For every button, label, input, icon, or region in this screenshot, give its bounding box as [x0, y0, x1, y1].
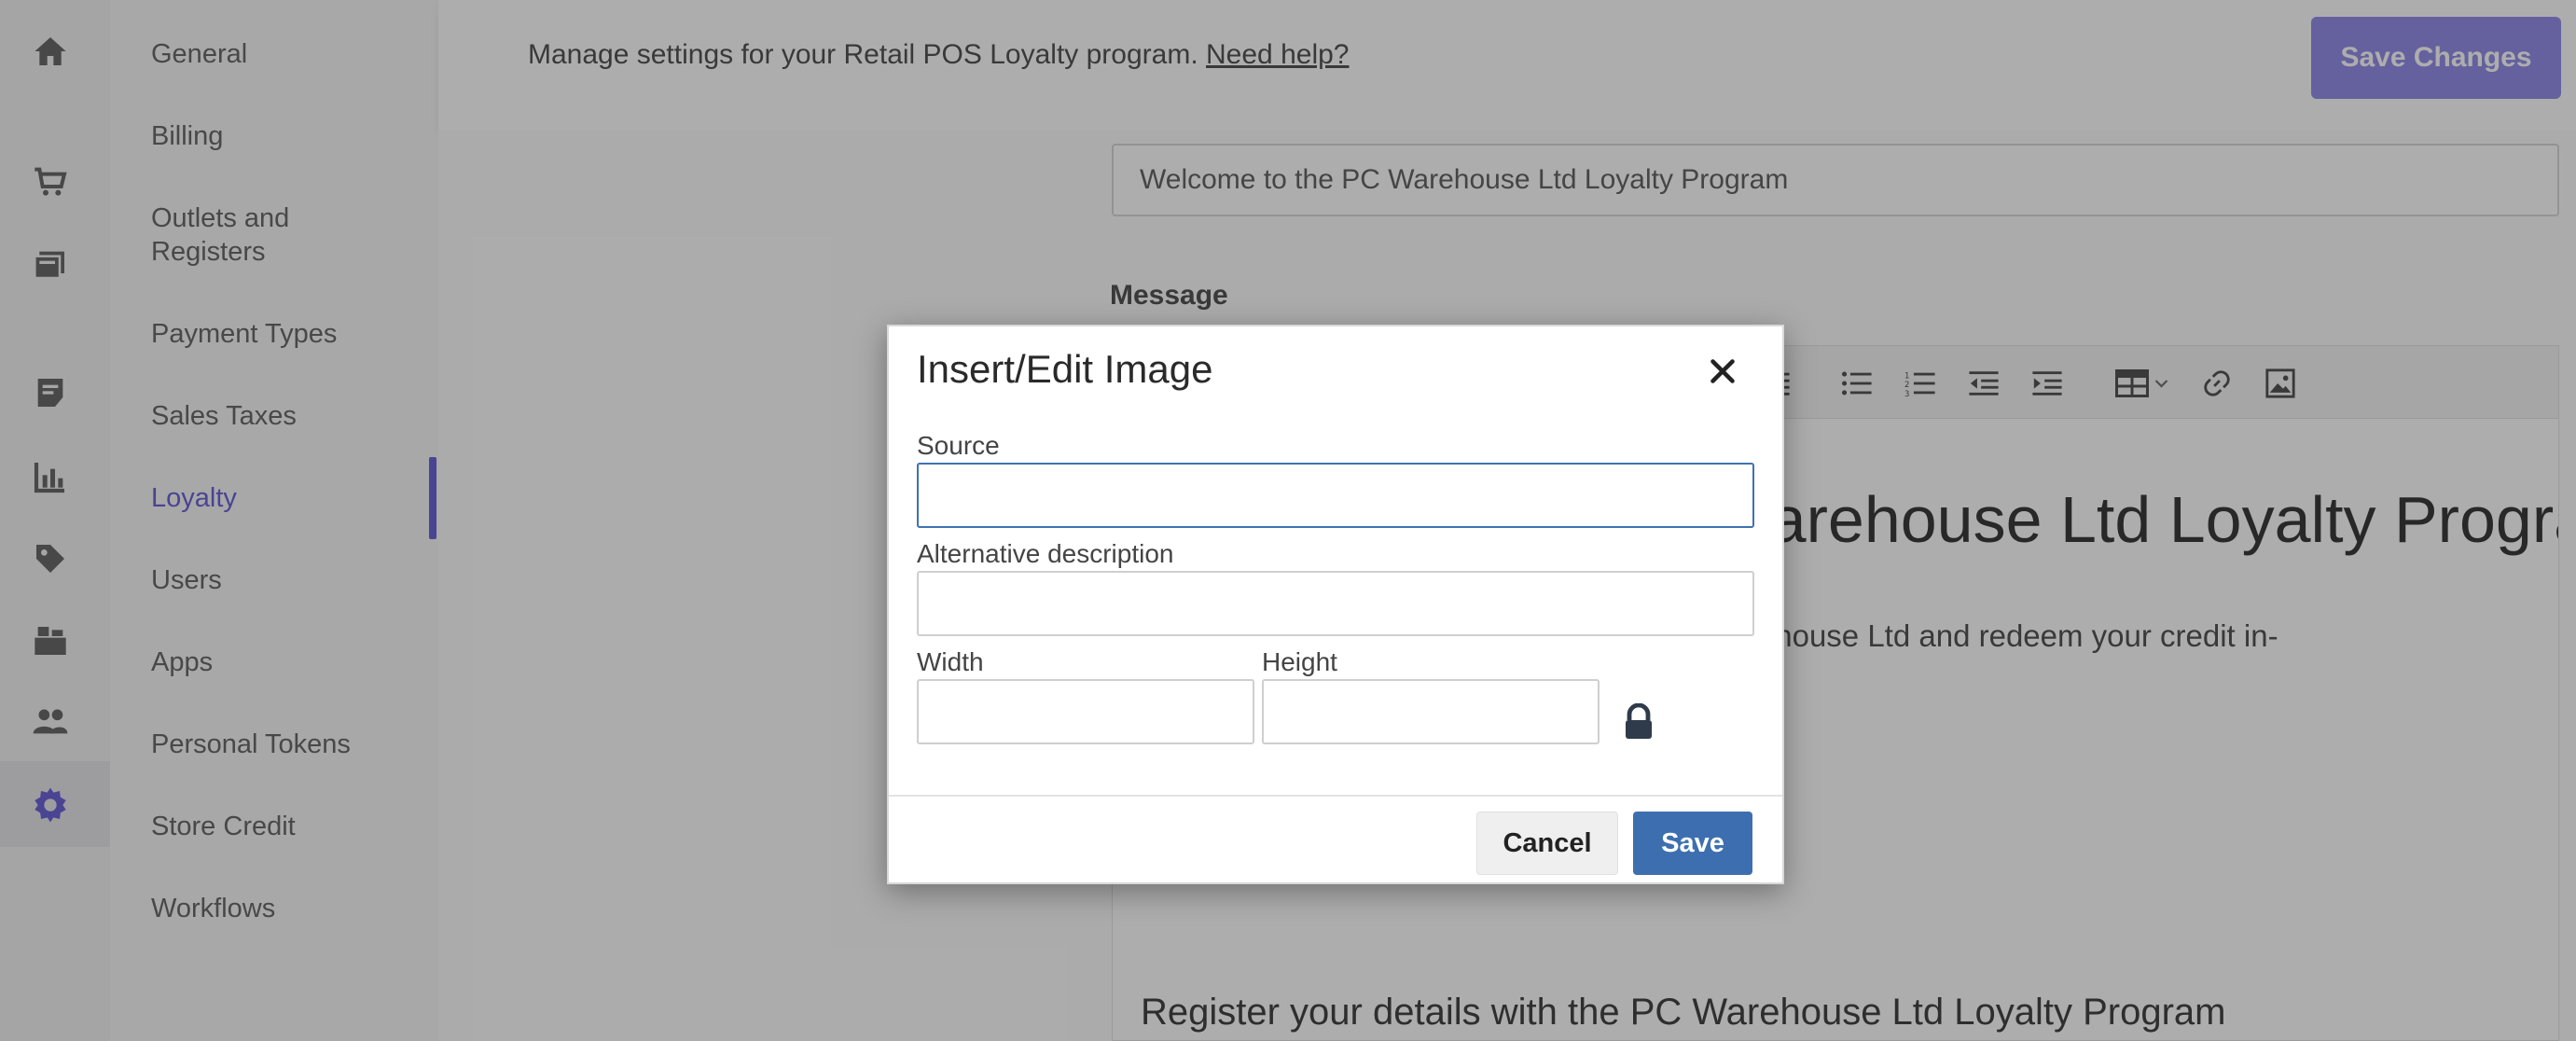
source-label: Source — [917, 431, 1000, 460]
dialog-title: Insert/Edit Image — [917, 347, 1213, 391]
width-input[interactable] — [917, 679, 1254, 744]
lock-icon[interactable] — [1622, 702, 1655, 741]
alt-description-label: Alternative description — [917, 539, 1174, 568]
height-label: Height — [1262, 647, 1337, 676]
width-label: Width — [917, 647, 984, 676]
cancel-button[interactable]: Cancel — [1476, 812, 1618, 875]
height-input[interactable] — [1262, 679, 1600, 744]
dialog-divider — [889, 795, 1782, 797]
save-button[interactable]: Save — [1633, 812, 1752, 875]
alt-description-input[interactable] — [917, 571, 1754, 636]
source-input[interactable] — [917, 463, 1754, 528]
insert-image-dialog: Insert/Edit Image Source Alternative des… — [887, 325, 1784, 884]
close-icon[interactable] — [1700, 349, 1745, 394]
